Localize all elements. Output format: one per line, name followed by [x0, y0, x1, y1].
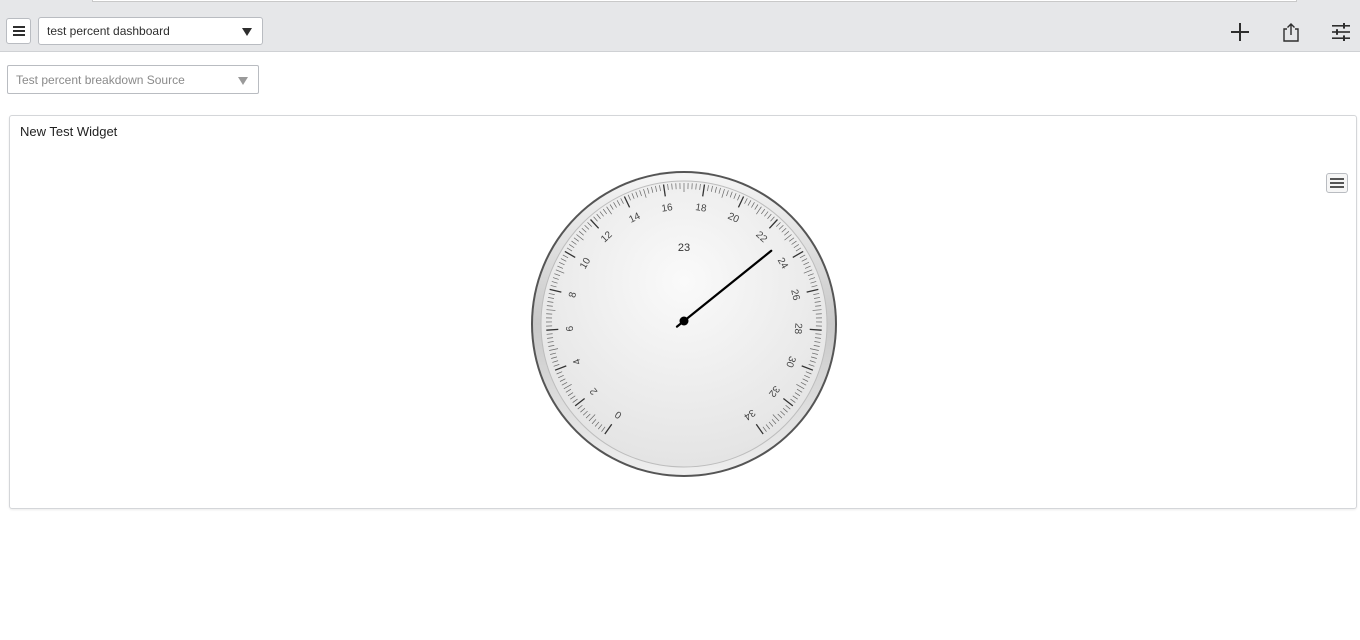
dashboard-select[interactable]: test percent dashboard [38, 17, 263, 45]
filters-button[interactable] [1329, 20, 1353, 44]
gauge-major-tick [809, 328, 822, 331]
sliders-icon [1332, 23, 1350, 41]
gauge-value-label: 23 [678, 242, 690, 254]
share-icon [1283, 23, 1299, 42]
hamburger-icon [12, 26, 25, 36]
breakdown-source-placeholder: Test percent breakdown Source [16, 73, 185, 87]
plus-icon [1231, 23, 1249, 41]
gauge-hub [679, 316, 689, 326]
gauge-tick-label: 28 [792, 323, 804, 335]
add-widget-button[interactable] [1228, 20, 1252, 44]
dashboard-select-value: test percent dashboard [47, 24, 170, 38]
dashboard-toolbar: test percent dashboard [0, 3, 1360, 52]
chevron-down-icon [242, 28, 252, 36]
widget-card: New Test Widget 0 2 4 6 8 10 12 14 16 18… [9, 115, 1357, 509]
gauge-chart: 0 2 4 6 8 10 12 14 16 18 20 22 24 26 28 30 32 34 23 [529, 169, 839, 479]
gauge-svg: 0246810121416 182022242628303234 23 [531, 171, 837, 477]
gauge-tick-label: 18 [695, 202, 708, 215]
address-bar-edge [92, 0, 1297, 2]
hamburger-icon [1330, 178, 1344, 188]
widget-menu-button[interactable] [1326, 173, 1348, 193]
widget-title: New Test Widget [20, 124, 118, 139]
chevron-down-icon [238, 77, 248, 85]
share-button[interactable] [1279, 20, 1303, 44]
breakdown-source-select[interactable]: Test percent breakdown Source [7, 65, 259, 94]
gauge-tick-label: 16 [661, 202, 674, 215]
menu-button[interactable] [6, 18, 31, 44]
gauge-major-tick [546, 328, 559, 331]
